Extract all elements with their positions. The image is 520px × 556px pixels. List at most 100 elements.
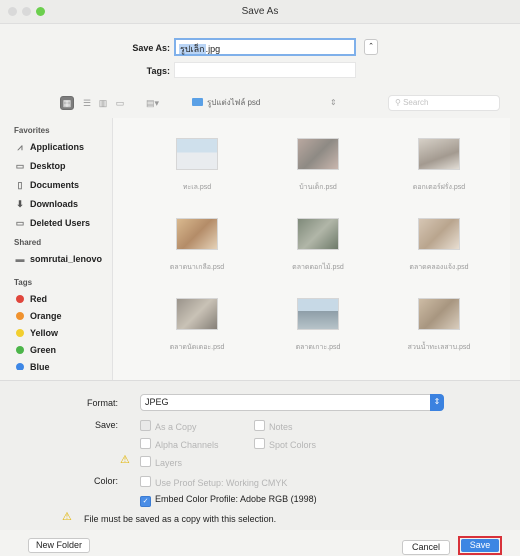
file-thumbnail <box>418 218 460 250</box>
file-item[interactable]: สวนน้ำทะเลสาบ.psd <box>379 298 499 353</box>
sidebar-item-applications[interactable]: ⩘ Applications <box>14 140 84 154</box>
checkbox-label: Use Proof Setup: Working CMYK <box>155 478 288 488</box>
search-placeholder: Search <box>403 98 429 107</box>
grid-icon: ▦ <box>62 98 72 108</box>
file-item[interactable]: ดอกเตอร์ฝรั่ง.psd <box>379 138 499 193</box>
computer-icon: ▬ <box>15 254 25 264</box>
file-name: ทะเล.psd <box>182 184 212 191</box>
sidebar-item-label: Desktop <box>30 161 66 171</box>
sidebar-item-label: somrutai_lenovo <box>30 254 103 264</box>
sidebar-item-label: Yellow <box>30 328 59 338</box>
downloads-icon: ⬇ <box>16 199 24 209</box>
tags-input[interactable] <box>174 62 356 78</box>
file-name: สวนน้ำทะเลสาบ.psd <box>407 344 471 351</box>
format-label: Format: <box>86 398 118 408</box>
columns-icon: ▥ <box>98 98 108 108</box>
checkbox-label: Alpha Channels <box>155 440 219 450</box>
checkbox-label: Notes <box>269 422 293 432</box>
file-item[interactable]: ทะเล.psd <box>137 138 257 193</box>
notes-checkbox[interactable]: Notes <box>254 420 293 432</box>
checkbox-icon <box>254 420 265 431</box>
checkbox-icon <box>254 438 265 449</box>
file-item[interactable]: ตลาดนัดเดอะ.psd <box>137 298 257 353</box>
file-thumbnail <box>418 138 460 170</box>
save-button[interactable]: Save <box>461 539 499 552</box>
sidebar-item-somrutai-lenovo[interactable]: ▬ somrutai_lenovo <box>14 252 103 266</box>
checkmark-icon: ✓ <box>140 496 151 507</box>
sidebar-item-label: Orange <box>30 311 62 321</box>
file-name: ดอกเตอร์ฝรั่ง.psd <box>412 184 466 191</box>
file-item[interactable]: ตลาดคลองแจ้ง.psd <box>379 218 499 273</box>
save-as-label: Save As: <box>132 43 170 53</box>
sidebar-tag-red[interactable]: Red <box>14 292 47 306</box>
spot-colors-checkbox[interactable]: Spot Colors <box>254 438 316 450</box>
format-select[interactable]: JPEG ⇕ <box>140 394 444 411</box>
updown-arrows-icon: ⇕ <box>430 394 444 411</box>
sidebar-item-deleted-users[interactable]: ▭ Deleted Users <box>14 216 90 230</box>
icon-view-button[interactable]: ▦ <box>60 96 74 110</box>
save-as-input[interactable]: รูปเล็ก.jpg <box>174 38 356 56</box>
file-thumbnail <box>176 218 218 250</box>
folder-icon <box>192 98 203 106</box>
sidebar-item-label: Applications <box>30 142 85 152</box>
column-view-button[interactable]: ▥ <box>96 96 110 110</box>
documents-icon: ▯ <box>17 180 23 190</box>
cover-flow-button[interactable]: ▭ <box>112 96 128 110</box>
format-value: JPEG <box>145 397 169 407</box>
cancel-button[interactable]: Cancel <box>402 540 450 555</box>
file-item[interactable]: ตลาดนาเกลือ.psd <box>137 218 257 273</box>
sidebar-tag-orange[interactable]: Orange <box>14 309 62 323</box>
expand-dialog-button[interactable]: ⌃ <box>364 39 378 55</box>
window-title: Save As <box>241 6 279 17</box>
red-tag-icon <box>16 295 24 303</box>
sidebar-item-label: Blue <box>30 362 50 370</box>
filename-selected-text: รูปเล็ก <box>179 44 206 54</box>
cover-flow-icon: ▭ <box>115 98 125 108</box>
as-a-copy-checkbox[interactable]: As a Copy <box>140 420 197 432</box>
alpha-channels-checkbox[interactable]: Alpha Channels <box>140 438 219 450</box>
file-name: ตลาดคลองแจ้ง.psd <box>409 264 469 271</box>
sidebar-item-downloads[interactable]: ⬇ Downloads <box>14 197 78 211</box>
use-proof-setup-checkbox[interactable]: Use Proof Setup: Working CMYK <box>140 476 287 488</box>
checkbox-icon <box>140 420 151 431</box>
desktop-icon: ▭ <box>15 161 25 171</box>
file-item[interactable]: บ้านเด็ก.psd <box>258 138 378 193</box>
file-thumbnail <box>176 298 218 330</box>
checkbox-label: Embed Color Profile: Adobe RGB (1998) <box>155 494 317 504</box>
favorites-heading: Favorites <box>14 126 50 135</box>
color-label: Color: <box>93 476 118 486</box>
copy-warning-message: File must be saved as a copy with this s… <box>84 514 277 524</box>
sidebar-item-label: Deleted Users <box>30 218 91 228</box>
sidebar-tag-blue[interactable]: Blue <box>14 360 50 370</box>
new-folder-button[interactable]: New Folder <box>28 538 90 553</box>
file-browser: ทะเล.psd บ้านเด็ก.psd ดอกเตอร์ฝรั่ง.psd … <box>112 118 510 380</box>
embed-color-profile-checkbox[interactable]: ✓ Embed Color Profile: Adobe RGB (1998) <box>140 494 317 507</box>
yellow-tag-icon <box>16 329 24 337</box>
file-name: ตลาดเกาะ.psd <box>295 344 341 351</box>
file-item[interactable]: ตลาดดอกไม้.psd <box>258 218 378 273</box>
title-bar: Save As <box>0 0 520 24</box>
sidebar-item-desktop[interactable]: ▭ Desktop <box>14 159 66 173</box>
layers-checkbox[interactable]: Layers <box>140 456 182 468</box>
file-thumbnail <box>297 138 339 170</box>
search-field[interactable]: ⚲ Search <box>388 95 500 111</box>
location-popup[interactable]: รูปแต่งไฟล์ psd ⇕ <box>192 96 352 110</box>
arrange-menu-button[interactable]: ▤▾ <box>146 96 172 110</box>
search-icon: ⚲ <box>395 98 401 107</box>
location-label: รูปแต่งไฟล์ psd <box>207 98 261 107</box>
file-item[interactable]: ตลาดเกาะ.psd <box>258 298 378 353</box>
file-name: บ้านเด็ก.psd <box>299 184 337 191</box>
folder-icon: ▭ <box>15 218 25 228</box>
updown-arrows-icon: ⇕ <box>330 98 337 107</box>
tags-heading: Tags <box>14 278 33 287</box>
sidebar-tag-green[interactable]: Green <box>14 343 56 357</box>
checkbox-icon <box>140 476 151 487</box>
file-thumbnail <box>176 138 218 170</box>
save-button-highlight: Save <box>458 536 502 555</box>
file-name: ตลาดดอกไม้.psd <box>292 264 344 271</box>
sidebar-item-label: Documents <box>30 180 80 190</box>
blue-tag-icon <box>16 363 24 370</box>
sidebar-item-documents[interactable]: ▯ Documents <box>14 178 80 192</box>
list-view-button[interactable]: ☰ <box>80 96 94 110</box>
sidebar-tag-yellow[interactable]: Yellow <box>14 326 58 340</box>
